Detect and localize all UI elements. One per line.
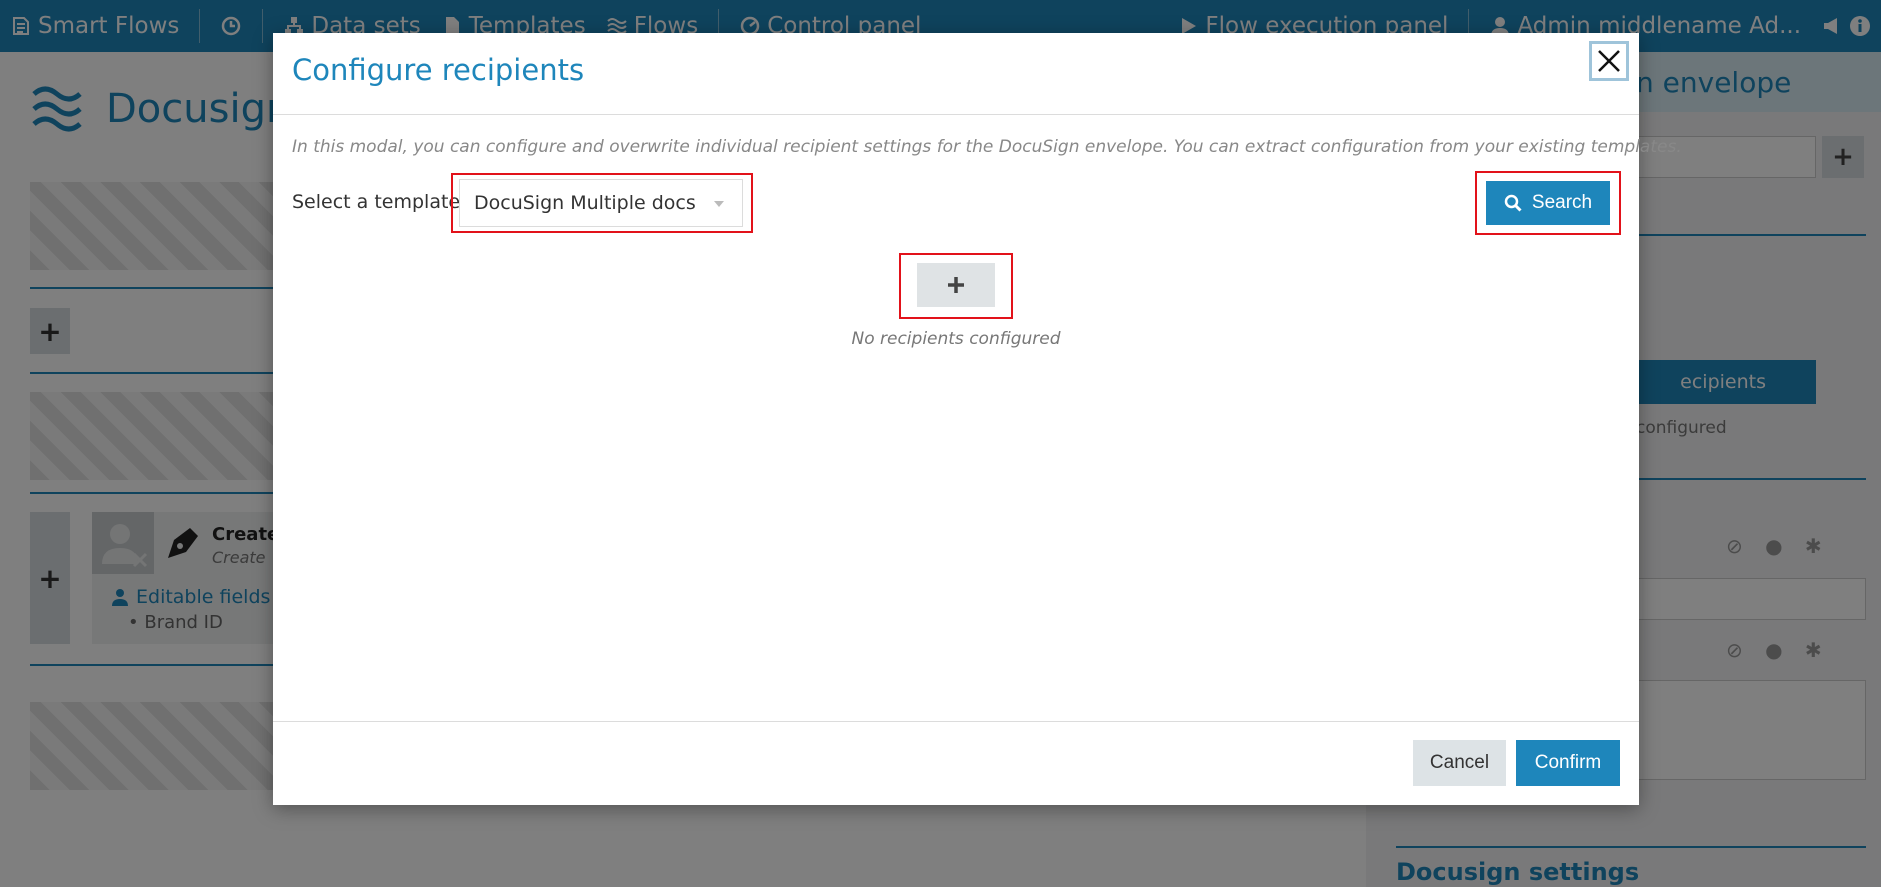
template-select[interactable]: DocuSign Multiple docs bbox=[459, 179, 743, 227]
close-icon bbox=[1598, 50, 1620, 72]
modal-intro-text: In this modal, you can configure and ove… bbox=[292, 137, 1682, 157]
search-button-label: Search bbox=[1531, 192, 1593, 213]
template-label: Select a template bbox=[292, 191, 461, 213]
modal-header: Configure recipients bbox=[273, 33, 1639, 115]
close-button[interactable] bbox=[1589, 41, 1629, 81]
empty-state-text: No recipients configured bbox=[851, 329, 1061, 349]
search-icon bbox=[1504, 194, 1522, 212]
search-button[interactable]: Search bbox=[1486, 181, 1610, 225]
confirm-button[interactable]: Confirm bbox=[1516, 740, 1620, 786]
template-select-value: DocuSign Multiple docs bbox=[474, 192, 696, 214]
confirm-button-label: Confirm bbox=[1534, 752, 1602, 773]
caret-down-icon bbox=[714, 201, 724, 207]
plus-icon bbox=[948, 277, 964, 293]
cancel-button-label: Cancel bbox=[1429, 752, 1490, 773]
add-recipient-button[interactable] bbox=[917, 263, 995, 307]
configure-recipients-modal: Configure recipients In this modal, you … bbox=[273, 33, 1682, 805]
cancel-button[interactable]: Cancel bbox=[1413, 740, 1506, 786]
modal-title: Configure recipients bbox=[292, 53, 585, 87]
